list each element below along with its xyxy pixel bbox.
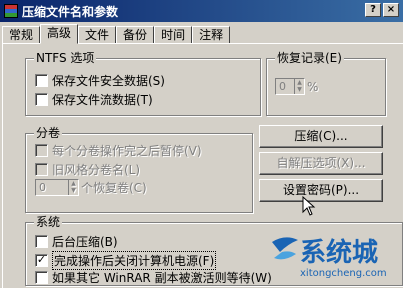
checkbox-box[interactable] (35, 163, 48, 176)
compression-settings-button[interactable]: 压缩(C)... (259, 125, 383, 148)
spinner-arrows-icon[interactable]: ▲ ▼ (294, 79, 304, 94)
recovery-volumes-value: 0 (39, 181, 46, 194)
watermark-url: xitongcheng.com (300, 268, 387, 279)
recovery-volumes-label: 个恢复卷(C) (81, 181, 147, 195)
watermark-logo-icon (272, 237, 298, 260)
tab-time[interactable]: 时间 (154, 26, 193, 44)
recovery-record-row: 0 ▲ ▼ % (275, 78, 318, 95)
tab-advanced[interactable]: 高级 (40, 24, 79, 44)
tab-backup[interactable]: 备份 (116, 26, 155, 44)
shutdown-after-checkbox[interactable]: ✓ 完成操作后关闭计算机电源(F) (35, 251, 217, 270)
old-style-names-label: 旧风格分卷名(L) (52, 163, 141, 177)
tab-general[interactable]: 常规 (2, 26, 41, 44)
ntfs-options-title: NTFS 选项 (34, 51, 97, 65)
tab-comment[interactable]: 注释 (192, 26, 231, 44)
title-bar: 压缩文件名和参数 ? × (0, 0, 403, 22)
recovery-percent-unit: % (307, 79, 319, 94)
checkbox-box[interactable] (35, 144, 48, 157)
checkmark-icon[interactable]: ✓ (35, 254, 48, 267)
old-style-names-checkbox[interactable]: 旧风格分卷名(L) (35, 161, 140, 178)
save-security-label: 保存文件安全数据(S) (52, 74, 165, 88)
wait-other-copies-checkbox[interactable]: 如果其它 WinRAR 副本被激活则等待(W) (35, 269, 272, 286)
save-streams-label: 保存文件流数据(T) (52, 93, 153, 107)
recovery-percent-spinner[interactable]: 0 ▲ ▼ (275, 78, 305, 95)
volumes-title: 分卷 (34, 126, 63, 140)
checkbox-box[interactable] (35, 271, 48, 284)
save-security-checkbox[interactable]: 保存文件安全数据(S) (35, 72, 165, 89)
recovery-record-title: 恢复记录(E) (275, 51, 344, 65)
help-button[interactable]: ? (365, 3, 381, 17)
recovery-volumes-spinner[interactable]: 0 ▲ ▼ (35, 179, 79, 196)
system-title: 系统 (34, 215, 63, 229)
wait-other-copies-label: 如果其它 WinRAR 副本被激活则等待(W) (52, 271, 272, 285)
tab-strip: 常规 高级 文件 备份 时间 注释 (2, 24, 231, 44)
shutdown-after-label: 完成操作后关闭计算机电源(F) (52, 251, 217, 270)
save-streams-checkbox[interactable]: 保存文件流数据(T) (35, 91, 153, 108)
tab-files[interactable]: 文件 (78, 26, 117, 44)
window-title: 压缩文件名和参数 (22, 4, 119, 19)
background-compress-checkbox[interactable]: 后台压缩(B) (35, 233, 118, 250)
close-button[interactable]: × (383, 3, 399, 17)
checkbox-box[interactable] (35, 235, 48, 248)
set-password-button[interactable]: 设置密码(P)... (259, 179, 383, 202)
sfx-options-button[interactable]: 自解压选项(X)... (259, 152, 383, 175)
pause-each-volume-label: 每个分卷操作完之后暂停(V) (52, 144, 202, 158)
recovery-percent-value: 0 (279, 80, 286, 93)
checkbox-box[interactable] (35, 93, 48, 106)
watermark-brand: 系统城 (300, 238, 379, 268)
checkbox-box[interactable] (35, 74, 48, 87)
mouse-cursor-icon (302, 196, 316, 216)
winrar-icon (4, 4, 18, 18)
pause-each-volume-checkbox[interactable]: 每个分卷操作完之后暂停(V) (35, 142, 202, 159)
spinner-arrows-icon[interactable]: ▲ ▼ (68, 180, 78, 195)
recovery-volumes-row: 0 ▲ ▼ 个恢复卷(C) (35, 179, 147, 196)
background-compress-label: 后台压缩(B) (52, 235, 118, 249)
